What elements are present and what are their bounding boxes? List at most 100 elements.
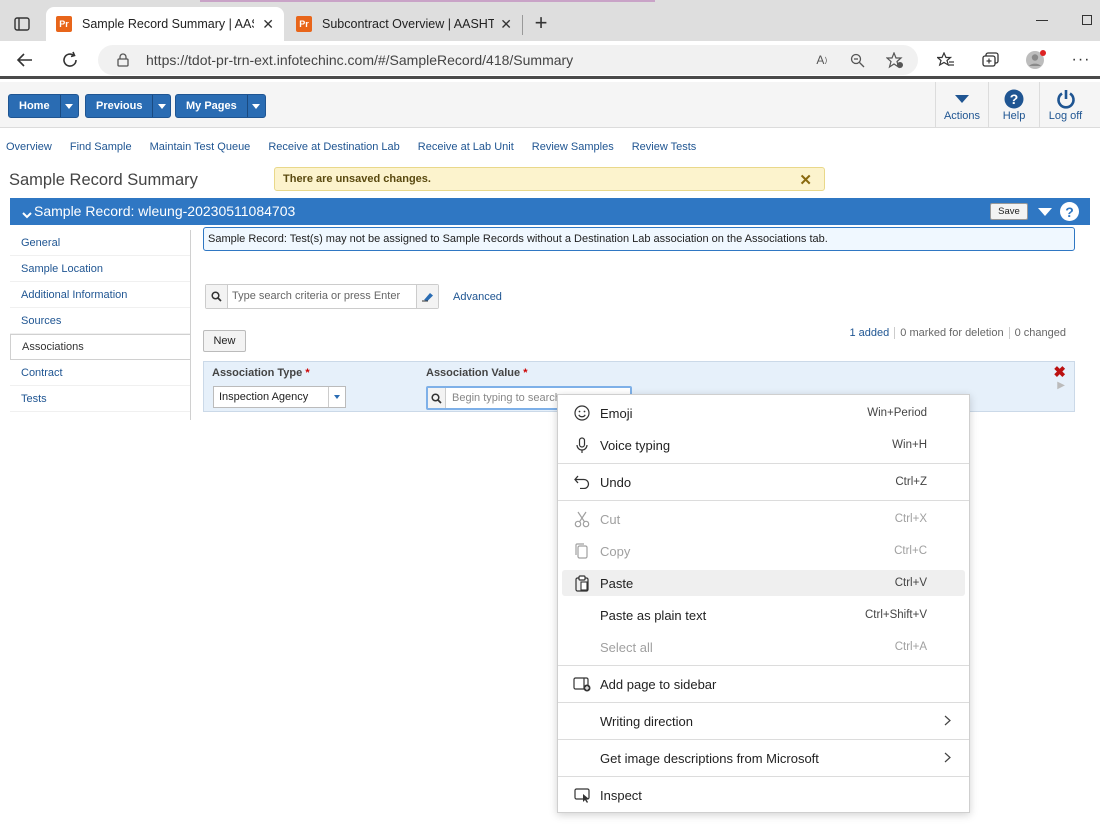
read-aloud-icon[interactable]: A ⟩ [813, 52, 831, 68]
browser-tab-subcontract[interactable]: Pr Subcontract Overview | AASHTOW ✕ [286, 7, 522, 41]
sidenav-general[interactable]: General [10, 230, 190, 256]
help-icon[interactable]: ? [1060, 202, 1079, 221]
my-pages-dropdown-icon[interactable] [246, 95, 265, 117]
home-button[interactable]: Home [8, 94, 79, 118]
search-icon[interactable] [206, 285, 228, 308]
menu-label: Voice typing [600, 437, 671, 453]
advanced-search-link[interactable]: Advanced [453, 291, 502, 303]
close-icon[interactable]: ✕ [799, 171, 812, 189]
delete-row-icon[interactable]: ✖ [1053, 363, 1066, 381]
link-review-tests[interactable]: Review Tests [632, 141, 697, 153]
maximize-icon[interactable] [1082, 15, 1092, 25]
added-count[interactable]: 1 added [845, 327, 895, 339]
minimize-icon[interactable] [1036, 20, 1048, 21]
save-button[interactable]: Save [990, 203, 1028, 220]
back-icon[interactable] [12, 47, 38, 73]
address-bar[interactable]: https://tdot-pr-trn-ext.infotechinc.com/… [98, 45, 918, 75]
page-title: Sample Record Summary [9, 171, 198, 189]
browser-tab-sample-record[interactable]: Pr Sample Record Summary | AASHTO ✕ [46, 7, 284, 41]
lock-icon[interactable] [114, 52, 132, 68]
menu-item-voice-typing[interactable]: Voice typing Win+H [562, 432, 965, 458]
zoom-out-icon[interactable] [848, 52, 866, 68]
menu-item-emoji[interactable]: Emoji Win+Period [562, 400, 965, 426]
menu-label: Writing direction [600, 713, 693, 729]
favicon-icon: Pr [296, 16, 312, 32]
search-input[interactable]: Type search criteria or press Enter [232, 290, 400, 302]
new-tab-icon[interactable]: + [530, 12, 552, 34]
menu-item-copy[interactable]: Copy Ctrl+C [562, 538, 965, 564]
sidenav-associations[interactable]: Associations [10, 334, 191, 360]
association-value-header: Association Value * [426, 367, 528, 379]
collections-icon[interactable] [980, 50, 1002, 70]
menu-shortcut: Ctrl+C [894, 545, 927, 557]
chevron-down-icon[interactable] [328, 387, 345, 407]
link-receive-lab-unit[interactable]: Receive at Lab Unit [418, 141, 514, 153]
menu-label: Emoji [600, 405, 633, 421]
logoff-label: Log off [1048, 110, 1083, 122]
association-type-select[interactable]: Inspection Agency [213, 386, 346, 408]
menu-item-select-all[interactable]: Select all Ctrl+A [562, 634, 965, 660]
refresh-icon[interactable] [57, 47, 83, 73]
menu-item-inspect[interactable]: Inspect [562, 782, 965, 808]
close-tab-icon[interactable]: ✕ [500, 16, 512, 33]
favorites-icon[interactable] [935, 50, 957, 70]
menu-shortcut: Ctrl+V [894, 577, 927, 589]
my-pages-button[interactable]: My Pages [175, 94, 266, 118]
link-receive-destination-lab[interactable]: Receive at Destination Lab [268, 141, 399, 153]
more-menu-icon[interactable]: ··· [1070, 50, 1092, 70]
close-tab-icon[interactable]: ✕ [262, 16, 274, 33]
record-actions-dropdown-icon[interactable] [1038, 208, 1052, 216]
menu-item-image-descriptions[interactable]: Get image descriptions from Microsoft [562, 745, 965, 771]
actions-button[interactable]: Actions [935, 82, 988, 128]
sidenav-tests[interactable]: Tests [10, 386, 190, 412]
eraser-icon[interactable] [416, 285, 438, 308]
menu-separator [558, 500, 969, 501]
tab-actions-icon[interactable] [8, 12, 36, 36]
record-side-nav: General Sample Location Additional Infor… [10, 230, 191, 412]
chevron-down-icon [954, 88, 970, 110]
link-maintain-test-queue[interactable]: Maintain Test Queue [150, 141, 251, 153]
home-dropdown-icon[interactable] [59, 95, 78, 117]
record-header: Sample Record: wleung-20230511084703 Sav… [10, 198, 1090, 225]
favorite-add-icon[interactable] [886, 51, 904, 68]
link-overview[interactable]: Overview [6, 141, 52, 153]
emoji-icon [572, 403, 592, 423]
previous-dropdown-icon[interactable] [152, 95, 170, 117]
menu-item-add-sidebar[interactable]: Add page to sidebar [562, 671, 965, 697]
previous-button[interactable]: Previous [85, 94, 172, 118]
chevron-right-icon [944, 714, 951, 729]
sidebar-add-icon [572, 674, 592, 694]
sidenav-sample-location[interactable]: Sample Location [10, 256, 190, 282]
profile-avatar-icon[interactable] [1025, 50, 1047, 70]
menu-separator [558, 776, 969, 777]
menu-item-undo[interactable]: Undo Ctrl+Z [562, 469, 965, 495]
tab-separator [522, 15, 523, 35]
previous-label: Previous [96, 100, 143, 112]
search-icon[interactable] [428, 388, 446, 408]
chevron-down-icon[interactable] [22, 206, 32, 222]
tab-title: Sample Record Summary | AASHTO [82, 17, 254, 31]
menu-shortcut: Ctrl+Z [895, 476, 927, 488]
url-text: https://tdot-pr-trn-ext.infotechinc.com/… [146, 52, 574, 68]
actions-label: Actions [943, 110, 981, 122]
sidenav-contract[interactable]: Contract [10, 360, 190, 386]
clipboard-icon [572, 573, 592, 593]
menu-item-paste[interactable]: Paste Ctrl+V [562, 570, 965, 596]
new-association-button[interactable]: New [203, 330, 246, 352]
link-find-sample[interactable]: Find Sample [70, 141, 132, 153]
copy-icon [572, 541, 592, 561]
menu-item-writing-direction[interactable]: Writing direction [562, 708, 965, 734]
link-review-samples[interactable]: Review Samples [532, 141, 614, 153]
menu-item-cut[interactable]: Cut Ctrl+X [562, 506, 965, 532]
skip-icon[interactable]: ▶︎ [1057, 380, 1065, 391]
required-marker: * [523, 367, 528, 379]
help-label: Help [1002, 110, 1026, 122]
logoff-button[interactable]: Log off [1039, 82, 1091, 128]
menu-shortcut: Ctrl+X [894, 513, 927, 525]
sidenav-additional-information[interactable]: Additional Information [10, 282, 190, 308]
inspect-icon [572, 785, 592, 805]
chevron-right-icon [944, 751, 951, 766]
menu-item-paste-plain[interactable]: Paste as plain text Ctrl+Shift+V [562, 602, 965, 628]
sidenav-sources[interactable]: Sources [10, 308, 190, 334]
help-button[interactable]: ? Help [988, 82, 1039, 128]
